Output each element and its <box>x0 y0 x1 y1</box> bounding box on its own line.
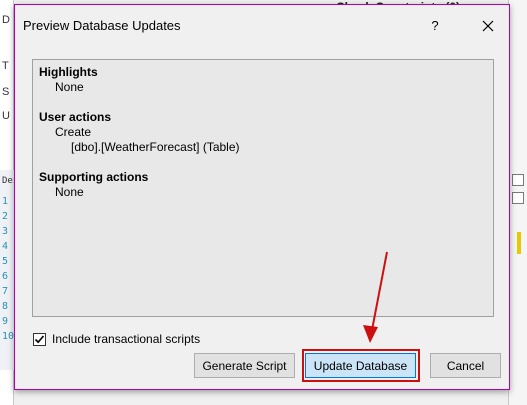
line-number: 6 <box>2 271 9 282</box>
supporting-actions-value: None <box>55 185 84 199</box>
line-number: 10 <box>2 331 15 342</box>
include-transactional-scripts-checkbox[interactable] <box>33 332 46 346</box>
background-text-fragment: T <box>2 60 9 72</box>
preview-database-updates-dialog: Preview Database Updates ? Highlights No… <box>14 4 510 390</box>
include-transactional-scripts-row: Include transactional scripts <box>33 331 200 347</box>
line-number: 2 <box>2 211 9 222</box>
user-action-object: [dbo].[WeatherForecast] (Table) <box>71 140 240 154</box>
background-change-marker <box>517 232 521 254</box>
close-icon <box>482 20 494 32</box>
background-text-fragment: S <box>2 86 10 98</box>
user-action-verb: Create <box>55 125 92 139</box>
line-number: 9 <box>2 316 9 327</box>
cancel-button[interactable]: Cancel <box>430 353 501 378</box>
background-toolbar-block <box>512 192 524 204</box>
include-transactional-scripts-label[interactable]: Include transactional scripts <box>52 332 200 346</box>
background-text-fragment: D <box>2 14 10 26</box>
help-button[interactable]: ? <box>424 15 446 37</box>
highlights-value: None <box>55 80 84 94</box>
line-number: 8 <box>2 301 9 312</box>
annotation-highlight-box <box>302 349 420 382</box>
line-number: 5 <box>2 256 9 267</box>
dialog-titlebar[interactable]: Preview Database Updates ? <box>15 5 509 45</box>
line-number: 7 <box>2 286 9 297</box>
background-text-fragment: U <box>2 110 10 122</box>
background-right-pane <box>508 0 527 405</box>
generate-script-button[interactable]: Generate Script <box>194 353 295 378</box>
checkmark-icon <box>34 334 45 343</box>
background-line-gutter: Des 1 2 3 4 5 6 7 8 9 10 <box>0 170 18 370</box>
dialog-title: Preview Database Updates <box>23 18 181 33</box>
close-button[interactable] <box>477 15 499 37</box>
background-toolbar-block <box>512 174 524 186</box>
line-number: 4 <box>2 241 9 252</box>
supporting-actions-heading: Supporting actions <box>39 170 149 184</box>
highlights-heading: Highlights <box>39 65 98 79</box>
user-actions-heading: User actions <box>39 110 112 124</box>
line-number: 1 <box>2 196 9 207</box>
summary-panel: Highlights None User actions Create [dbo… <box>32 59 494 317</box>
line-number: 3 <box>2 226 9 237</box>
